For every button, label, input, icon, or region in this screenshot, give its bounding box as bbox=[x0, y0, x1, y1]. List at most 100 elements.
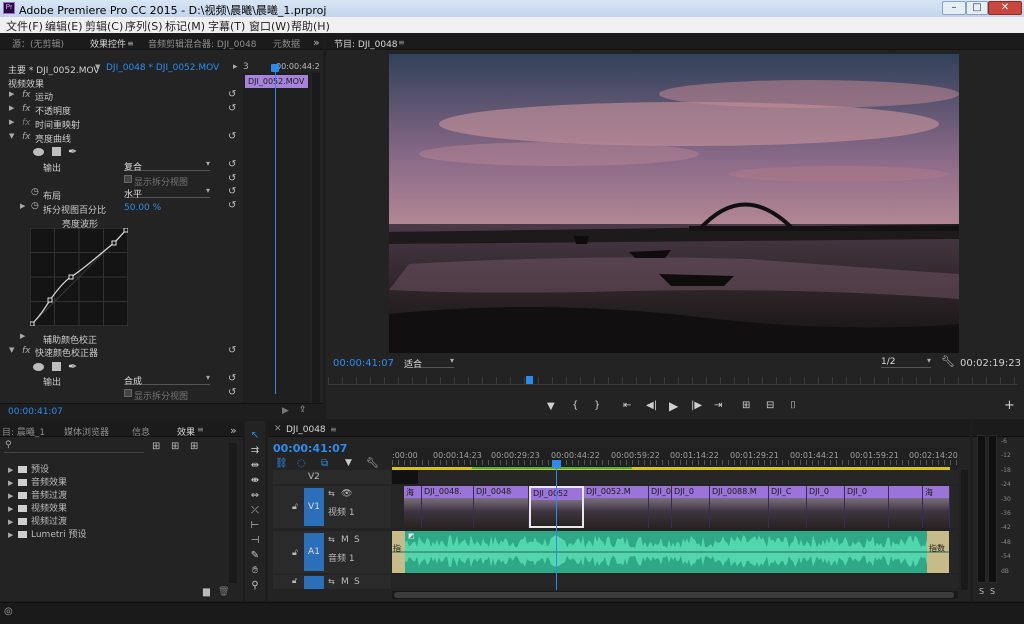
program-monitor-title[interactable]: 节目: DJI_0048 bbox=[334, 37, 398, 50]
ec-playhead[interactable] bbox=[271, 64, 279, 72]
reset-icon[interactable]: ↺ bbox=[228, 89, 236, 100]
track-a2-target[interactable] bbox=[304, 576, 324, 589]
tab-audio-clip-mixer[interactable]: 音频剪辑混合器: DJI_0048 bbox=[148, 37, 257, 50]
clip[interactable]: DJI_0 bbox=[845, 486, 889, 528]
expand-icon[interactable]: ▶ bbox=[9, 104, 14, 112]
sync-lock-icon[interactable]: ⇆ bbox=[328, 577, 335, 586]
status-icon[interactable]: ◎ bbox=[4, 606, 13, 617]
tree-item-audio-effects[interactable]: ▶ 音频效果 bbox=[8, 475, 67, 488]
tabs-overflow-icon[interactable]: » bbox=[230, 424, 237, 437]
zoom-tool-icon[interactable]: ⚲ bbox=[250, 580, 260, 591]
master-dropdown-icon[interactable]: ▼ bbox=[95, 63, 100, 71]
resolution-dropdown[interactable]: 1/2 bbox=[881, 356, 931, 368]
ec-mini-timeline[interactable] bbox=[243, 73, 310, 403]
layout-dropdown[interactable]: 水平 bbox=[124, 186, 210, 200]
ellipse-mask-icon[interactable] bbox=[33, 148, 44, 156]
go-to-out-icon[interactable]: ⇥ bbox=[714, 400, 722, 411]
fx-badge[interactable]: fx bbox=[22, 132, 31, 142]
split-view2-checkbox[interactable] bbox=[124, 389, 132, 397]
slip-tool-icon[interactable]: ⊢ bbox=[250, 520, 260, 531]
clip[interactable]: DJI_0 bbox=[672, 486, 710, 528]
reset-icon[interactable]: ↺ bbox=[228, 159, 236, 170]
track-a2-area[interactable] bbox=[392, 575, 958, 589]
track-header-v2[interactable] bbox=[273, 470, 391, 484]
panel-menu-icon[interactable]: ≡ bbox=[197, 425, 204, 434]
tree-item-audio-transitions[interactable]: ▶ 音频过渡 bbox=[8, 488, 67, 501]
ripple-edit-tool-icon[interactable]: ⇹ bbox=[250, 460, 260, 471]
linked-selection-icon[interactable]: ⧉ bbox=[321, 458, 328, 469]
collapse-icon[interactable]: ▼ bbox=[9, 132, 14, 140]
hand-tool-icon[interactable]: ✋︎ bbox=[250, 565, 260, 576]
lock-icon[interactable]: 🔓︎ bbox=[292, 502, 298, 512]
step-forward-icon[interactable]: |▶ bbox=[691, 400, 702, 411]
program-timecode[interactable]: 00:00:41:07 bbox=[333, 358, 394, 369]
play-button[interactable]: ▶ bbox=[669, 399, 678, 413]
clip[interactable]: DJI_0 bbox=[807, 486, 845, 528]
solo-left-button[interactable]: S bbox=[979, 587, 984, 596]
menu-edit[interactable]: 编辑(E) bbox=[45, 18, 83, 34]
timeline-hscroll-thumb[interactable] bbox=[394, 592, 954, 598]
tabs-overflow-icon[interactable]: » bbox=[313, 36, 320, 49]
track-v1-target[interactable]: V1 bbox=[304, 488, 324, 526]
rolling-edit-tool-icon[interactable]: ⇼ bbox=[250, 475, 260, 486]
tab-effect-controls[interactable]: 效果控件 bbox=[90, 37, 126, 50]
video-frame[interactable] bbox=[389, 54, 959, 353]
clip[interactable]: DJI_0 bbox=[649, 486, 672, 528]
timeline-vscroll[interactable] bbox=[961, 470, 968, 590]
sequence-clip-label[interactable]: DJI_0048 * DJI_0052.MOV bbox=[106, 63, 219, 73]
audio-transition-end[interactable]: 指数 bbox=[929, 543, 945, 554]
timeline-hscroll[interactable] bbox=[392, 591, 958, 599]
menu-file[interactable]: 文件(F) bbox=[6, 18, 43, 34]
step-back-icon[interactable]: ◀| bbox=[646, 400, 657, 411]
tree-item-lumetri-presets[interactable]: ▶ Lumetri 预设 bbox=[8, 527, 86, 540]
rectangle-mask-icon[interactable] bbox=[52, 147, 61, 156]
effect-row-time-remap[interactable]: ▶ fx 时间重映射 bbox=[0, 118, 240, 131]
tab-project[interactable]: 目: 晨曦_1 bbox=[2, 425, 45, 438]
audio-transition-start[interactable]: 指 bbox=[393, 543, 401, 554]
panel-menu-icon[interactable]: ≡ bbox=[398, 38, 405, 47]
add-marker-icon[interactable]: ▼ bbox=[345, 458, 352, 468]
reset-icon[interactable]: ↺ bbox=[228, 173, 236, 184]
sync-lock-icon[interactable]: ⇆ bbox=[328, 489, 335, 498]
sync-lock-icon[interactable]: ⇆ bbox=[328, 535, 335, 544]
track-v2-label[interactable]: V2 bbox=[308, 472, 320, 482]
32bit-effects-icon[interactable]: ⊞ bbox=[171, 441, 179, 452]
stopwatch-icon[interactable]: ◷ bbox=[31, 187, 39, 197]
extract-icon[interactable]: ⊟ bbox=[766, 400, 774, 411]
panel-menu-icon[interactable]: ≡ bbox=[127, 39, 134, 48]
clip[interactable]: DJI_C bbox=[769, 486, 807, 528]
tree-item-video-effects[interactable]: ▶ 视频效果 bbox=[8, 501, 67, 514]
split-view-checkbox[interactable] bbox=[124, 175, 132, 183]
solo-button[interactable]: S bbox=[354, 535, 360, 545]
clip[interactable]: DJI_0052.M bbox=[584, 486, 649, 528]
fit-dropdown[interactable]: 适合 bbox=[404, 356, 454, 370]
yuv-effects-icon[interactable]: ⊞ bbox=[190, 441, 198, 452]
export-icon[interactable]: ⇪ bbox=[299, 405, 307, 415]
menu-help[interactable]: 帮助(H) bbox=[291, 18, 330, 34]
effect-row-luma-curve[interactable]: ▼ fx 亮度曲线 ↺ bbox=[0, 131, 240, 145]
tab-metadata[interactable]: 元数据 bbox=[273, 37, 300, 50]
reset-icon[interactable]: ↺ bbox=[228, 131, 236, 142]
delete-icon[interactable]: 🗑︎ bbox=[218, 587, 229, 597]
maximize-button[interactable]: □ bbox=[966, 1, 988, 15]
show-timeline-icon[interactable]: ▸ bbox=[233, 62, 238, 72]
clip[interactable]: 海 bbox=[404, 486, 422, 528]
pen-mask-icon[interactable]: ✒ bbox=[68, 145, 77, 158]
collapse-icon[interactable]: ▼ bbox=[9, 346, 14, 354]
track-v2-area[interactable] bbox=[392, 470, 958, 484]
menu-marker[interactable]: 标记(M) bbox=[165, 18, 205, 34]
lock-icon[interactable]: 🔓︎ bbox=[292, 548, 298, 558]
snap-icon[interactable]: ◌ bbox=[297, 458, 306, 469]
reset-icon[interactable]: ↺ bbox=[228, 373, 236, 384]
reset-icon[interactable]: ↺ bbox=[228, 345, 236, 356]
ec-timecode[interactable]: 00:00:41:07 bbox=[8, 407, 63, 417]
luma-curve-graph[interactable] bbox=[30, 228, 128, 326]
rate-stretch-tool-icon[interactable]: ⇔ bbox=[250, 490, 260, 501]
timeline-settings-icon[interactable]: 🔧︎ bbox=[366, 458, 379, 469]
pen-mask-icon[interactable]: ✒ bbox=[68, 360, 77, 373]
track-a1-target[interactable]: A1 bbox=[304, 533, 324, 571]
filter-icon[interactable]: ▶ bbox=[282, 406, 289, 416]
panel-menu-icon[interactable]: ≡ bbox=[330, 425, 337, 434]
audio-waveform[interactable] bbox=[392, 531, 949, 573]
solo-button[interactable]: S bbox=[354, 577, 360, 587]
